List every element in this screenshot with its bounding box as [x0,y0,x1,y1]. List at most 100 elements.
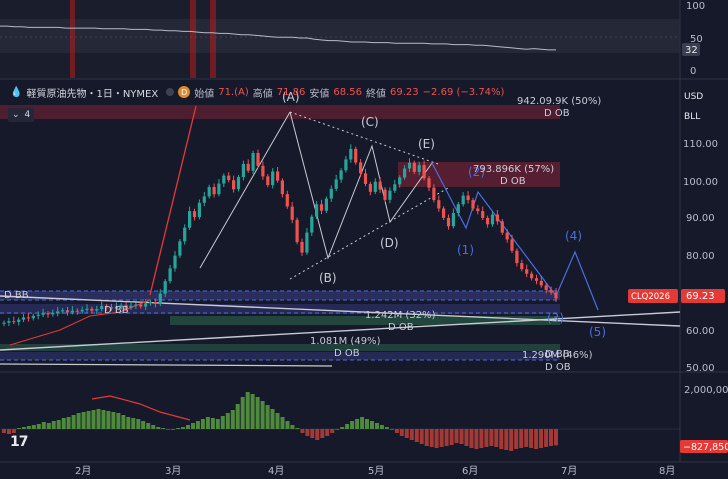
candle-body [236,177,241,190]
candle-body [246,163,250,171]
change-value: −2.69 (−3.74%) [422,86,505,98]
candle-body [393,184,397,191]
histogram-value: −827,850 [683,442,728,453]
histogram-bar [419,429,424,444]
histogram-bar [350,421,355,429]
histogram-bar [76,413,81,429]
histogram-bar [409,429,414,440]
zone-label: D OB [545,362,571,373]
candle-body [329,188,333,199]
histogram-bar [404,429,409,438]
histogram-bar [539,429,544,448]
candle-body [207,187,211,197]
candle-body [442,208,446,218]
candle-body [56,311,60,313]
candle-body [334,179,338,189]
histogram-bar [11,429,16,433]
candle-body [168,268,172,282]
zone-label: 793.896K (57%) [473,164,554,175]
candle-body [163,281,167,294]
bb-label: D BB [545,349,570,360]
bb-label: D BB [104,305,129,316]
histogram-bar [494,429,499,447]
candle-body [324,198,328,211]
bb-zone [0,291,560,300]
zone-label: D OB [500,176,526,187]
candle-body [256,153,260,166]
histogram-bar [325,429,330,436]
osc-tick: 100 [686,1,705,12]
histogram-bar [394,429,399,433]
candle-body [188,211,192,228]
candle-body [530,273,534,279]
candle-body [144,303,148,307]
candle-body [486,217,490,225]
histogram-bar [355,419,360,429]
wave-label: (3) [547,311,564,325]
candle-body [490,214,495,225]
candle-body [344,159,348,171]
candle-body [217,183,221,195]
candle-body [378,181,382,190]
candle-body [80,309,84,312]
time-tick: 3月 [165,465,181,477]
histogram-bar [235,404,240,429]
histogram-bar [399,429,404,436]
histogram-bar [161,428,166,429]
candle-body [46,313,50,315]
histogram-bar [205,417,210,429]
histogram-bar [2,429,6,433]
zone-label: D OB [544,108,570,119]
candle-body [549,289,553,293]
histogram-bar [195,421,200,429]
histogram-bar [86,411,91,429]
candle-body [505,232,509,240]
candle-body [95,309,99,311]
histogram-bar [245,392,250,429]
osc-value: 32 [685,45,698,56]
candle-body [139,304,143,307]
histogram-bar [524,429,529,447]
chart-canvas[interactable]: (A) (B) (C) (D) (E) (1) (2) (3) (4) (5) … [0,0,728,479]
histogram-bar [51,421,56,429]
indicator-toggle[interactable]: ⌄ 4 [8,108,35,122]
candle-body [227,175,231,181]
candle-body [285,194,289,207]
wave-label: (D) [380,236,399,250]
candle-body [276,171,280,181]
candle-body [100,306,104,310]
candle-body [427,178,431,188]
status-dot [166,88,175,96]
histogram-bar [315,429,320,440]
histogram-bar [126,417,131,429]
histogram-bar [166,429,171,430]
histogram-bar [171,429,176,430]
histogram-bar [16,428,21,429]
candle-body [173,255,177,269]
zone-label: 1.242M (32%) [365,310,436,321]
price-tick: 110.00 [683,139,718,150]
close-label: 終値 [366,88,387,100]
candle-body [422,165,426,179]
candle-body [539,280,543,286]
candle-body [280,180,284,195]
close-value: 69.23 [390,86,419,98]
candle-body [510,239,514,251]
candle-body [148,302,153,304]
histogram-bar [474,429,479,449]
tradingview-logo-icon[interactable]: 17 [10,434,29,450]
time-tick: 8月 [659,465,675,477]
candle-body [481,211,485,218]
symbol-legend[interactable]: 💧 軽質原油先物・1日・NYMEX D 始値 71.(A) 高値 71.86 安… [10,84,504,100]
histogram-bar [31,425,36,429]
histogram-bar [21,427,26,429]
histogram-bar [310,429,315,438]
chevron-down-icon: ⌄ [12,110,20,120]
histogram-bar [469,429,474,448]
histogram-bar [270,409,275,429]
histogram-bar [305,429,310,436]
histogram-bar [116,413,121,429]
histogram-bar [335,429,340,430]
candle-body [437,200,441,209]
candle-body [85,308,89,310]
